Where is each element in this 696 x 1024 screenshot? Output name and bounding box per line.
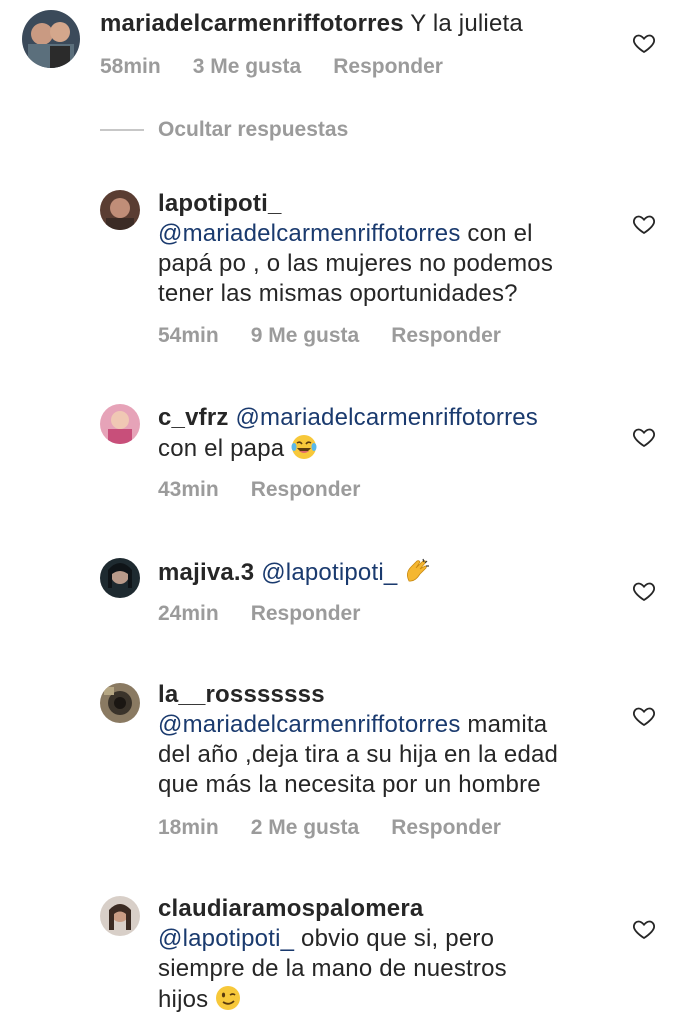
avatar-image xyxy=(100,404,140,444)
winking-face-emoji-icon xyxy=(216,986,241,1010)
like-heart-icon[interactable] xyxy=(632,212,656,236)
mention-link[interactable]: @lapotipoti_ xyxy=(261,559,397,586)
mention-link[interactable]: @mariadelcarmenriffotorres xyxy=(235,404,538,431)
mention-link[interactable]: @lapotipoti_ xyxy=(158,925,294,952)
comment-body: mamita xyxy=(460,711,548,738)
like-heart-icon[interactable] xyxy=(632,704,656,728)
avatar[interactable] xyxy=(100,558,140,598)
laughing-tears-emoji-icon xyxy=(291,435,317,459)
avatar[interactable] xyxy=(100,896,140,936)
reply-button[interactable]: Responder xyxy=(251,478,361,502)
reply-button[interactable]: Responder xyxy=(391,816,501,840)
timestamp: 43min xyxy=(158,478,219,501)
timestamp: 18min xyxy=(158,816,219,839)
username[interactable]: claudiaramospalomera xyxy=(158,894,507,924)
comment-body: tener las mismas oportunidades? xyxy=(158,280,518,307)
likes-count[interactable]: 3 Me gusta xyxy=(193,55,302,79)
username[interactable]: lapotipoti_ xyxy=(158,189,553,219)
likes-count[interactable]: 2 Me gusta xyxy=(251,816,360,840)
comment-text: mariadelcarmenriffotorres Y la julieta xyxy=(100,9,523,39)
comment-meta: 54min 9 Me gusta Responder xyxy=(158,324,501,348)
avatar-image xyxy=(100,683,140,723)
username[interactable]: mariadelcarmenriffotorres xyxy=(100,10,404,37)
avatar-image xyxy=(100,558,140,598)
mention-link[interactable]: @mariadelcarmenriffotorres xyxy=(158,711,461,738)
clapping-hands-emoji-icon xyxy=(407,558,430,582)
username[interactable]: la__rosssssss xyxy=(158,680,558,710)
avatar-image xyxy=(100,190,140,230)
comment-text: lapotipoti_ @mariadelcarmenriffotorres c… xyxy=(158,189,553,309)
comment-meta: 43min Responder xyxy=(158,478,360,502)
comment-body: papá po , o las mujeres no podemos xyxy=(158,250,554,277)
hide-replies-button[interactable]: Ocultar respuestas xyxy=(100,118,348,142)
comment-meta: 24min Responder xyxy=(158,602,360,626)
like-heart-icon[interactable] xyxy=(632,31,656,55)
avatar[interactable] xyxy=(100,683,140,723)
timestamp: 58min xyxy=(100,55,161,78)
timestamp: 24min xyxy=(158,602,219,625)
comment-text: c_vfrz @mariadelcarmenriffotorres con el… xyxy=(158,403,538,464)
comment-body: obvio que si, pero xyxy=(294,925,495,952)
hide-replies-divider xyxy=(100,129,144,131)
reply-button[interactable]: Responder xyxy=(391,324,501,348)
avatar[interactable] xyxy=(22,10,80,68)
comment-body: con el papa xyxy=(158,435,285,462)
username[interactable]: majiva.3 xyxy=(158,559,254,586)
avatar[interactable] xyxy=(100,190,140,230)
reply-button[interactable]: Responder xyxy=(251,602,361,626)
comment-body: hijos xyxy=(158,986,209,1013)
comment-text: la__rosssssss @mariadelcarmenriffotorres… xyxy=(158,680,558,800)
reply-button[interactable]: Responder xyxy=(333,55,443,79)
timestamp: 54min xyxy=(158,324,219,347)
like-heart-icon[interactable] xyxy=(632,917,656,941)
comment-text: claudiaramospalomera @lapotipoti_ obvio … xyxy=(158,894,507,1015)
comment-body: del año ,deja tira a su hija en la edad xyxy=(158,741,559,768)
mention-link[interactable]: @mariadelcarmenriffotorres xyxy=(158,220,461,247)
comment-body: siempre de la mano de nuestros xyxy=(158,955,507,982)
hide-replies-label: Ocultar respuestas xyxy=(158,118,349,141)
username[interactable]: c_vfrz xyxy=(158,404,229,431)
comment-body: con el xyxy=(460,220,533,247)
likes-count[interactable]: 9 Me gusta xyxy=(251,324,360,348)
comment-body: que más la necesita por un hombre xyxy=(158,771,541,798)
avatar[interactable] xyxy=(100,404,140,444)
avatar-image xyxy=(100,896,140,936)
comment-text: majiva.3 @lapotipoti_ xyxy=(158,557,431,588)
like-heart-icon[interactable] xyxy=(632,425,656,449)
avatar-image xyxy=(22,10,80,68)
like-heart-icon[interactable] xyxy=(632,579,656,603)
comment-meta: 18min 2 Me gusta Responder xyxy=(158,816,501,840)
comment-body: Y la julieta xyxy=(410,10,523,37)
comment-meta: 58min 3 Me gusta Responder xyxy=(100,55,443,79)
